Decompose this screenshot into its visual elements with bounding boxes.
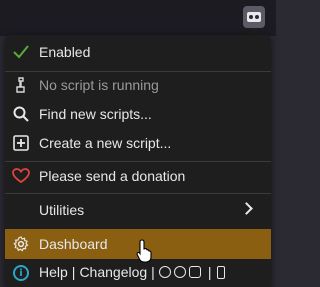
mobile-icon[interactable]	[217, 265, 226, 279]
facebook-icon[interactable]	[173, 266, 186, 278]
utilities-submenu-item[interactable]: Utilities	[5, 194, 271, 226]
changelog-link[interactable]: Changelog	[79, 264, 147, 280]
footer-links: Help | Changelog | |	[39, 264, 228, 280]
enabled-toggle[interactable]: Enabled	[5, 36, 271, 68]
github-icon[interactable]	[158, 266, 171, 278]
pointer-cursor-icon	[136, 239, 152, 263]
donation-item[interactable]: Please send a donation	[5, 160, 271, 192]
create-script-label: Create a new script...	[39, 135, 172, 151]
browser-toolbar	[0, 0, 276, 36]
add-box-icon	[12, 134, 30, 152]
heart-icon	[12, 167, 30, 185]
no-script-row: No script is running	[5, 69, 271, 101]
find-scripts-item[interactable]: Find new scripts...	[5, 98, 271, 130]
instagram-icon[interactable]	[188, 266, 201, 278]
search-icon	[12, 105, 30, 123]
footer-bar: i Help | Changelog | |	[5, 259, 271, 287]
extension-toolbar-button[interactable]	[243, 6, 265, 28]
gear-icon	[12, 235, 30, 253]
ext-toolbar-icon	[247, 12, 261, 22]
no-script-label: No script is running	[39, 77, 159, 93]
check-icon	[12, 43, 30, 61]
chevron-right-icon	[240, 202, 253, 215]
enabled-label: Enabled	[39, 44, 91, 60]
help-link[interactable]: Help	[39, 264, 68, 280]
script-icon	[12, 76, 30, 94]
separator: |	[71, 264, 76, 280]
separator: |	[151, 264, 155, 280]
donation-label: Please send a donation	[39, 168, 186, 184]
separator: |	[207, 264, 212, 280]
dashboard-label: Dashboard	[39, 236, 108, 252]
info-icon: i	[13, 265, 29, 281]
create-script-item[interactable]: Create a new script...	[5, 127, 271, 159]
utilities-label: Utilities	[39, 202, 85, 218]
find-scripts-label: Find new scripts...	[39, 106, 152, 122]
